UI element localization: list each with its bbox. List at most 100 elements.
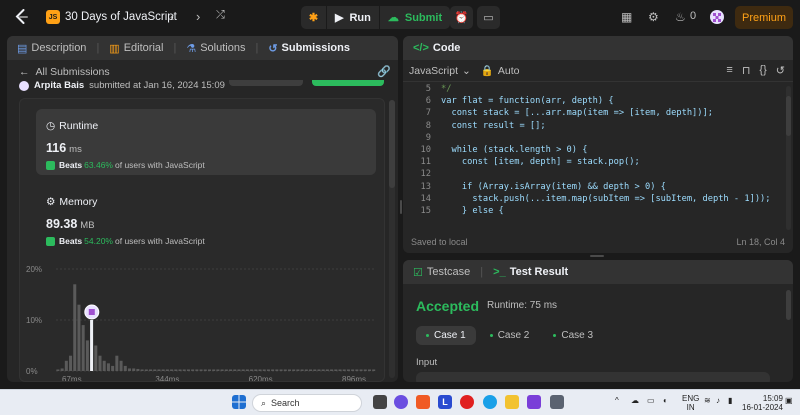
chart-bar[interactable] xyxy=(191,369,195,371)
chart-bar[interactable] xyxy=(220,369,224,371)
chart-bar[interactable] xyxy=(157,369,161,371)
premium-button[interactable]: Premium xyxy=(735,6,793,29)
submit-button[interactable]: ☁ Submit xyxy=(380,6,450,29)
language-indicator[interactable]: ENG IN xyxy=(682,394,699,412)
chart-bar[interactable] xyxy=(119,360,123,371)
chart-bar[interactable] xyxy=(178,369,182,371)
chart-bar[interactable] xyxy=(77,304,81,371)
bookmark-icon[interactable]: ⊓ xyxy=(742,64,751,77)
chart-bar[interactable] xyxy=(207,369,211,371)
chevron-left-icon[interactable]: ‹ xyxy=(170,9,174,24)
chart-bar[interactable] xyxy=(309,369,313,371)
code-scrollbar[interactable] xyxy=(786,96,791,136)
tab-test-result[interactable]: >_ Test Result xyxy=(493,266,568,278)
chart-bar[interactable] xyxy=(170,369,174,371)
autocomplete-mode[interactable]: 🔒 Auto xyxy=(481,64,520,78)
chart-bar[interactable] xyxy=(149,369,153,371)
task-view-icon[interactable] xyxy=(373,395,387,409)
author-name[interactable]: Arpita Bais xyxy=(34,80,84,91)
run-button[interactable]: ▶ Run xyxy=(327,6,380,29)
chart-bar[interactable] xyxy=(334,369,338,371)
chart-bar[interactable] xyxy=(313,369,317,371)
tab-submissions[interactable]: ↺ Submissions xyxy=(268,42,350,55)
chart-bar[interactable] xyxy=(338,369,342,371)
chart-bar[interactable] xyxy=(165,369,169,371)
chart-bar[interactable] xyxy=(212,369,216,371)
format-icon[interactable]: ≡ xyxy=(726,64,732,77)
chart-bar[interactable] xyxy=(321,369,325,371)
layout-icon[interactable]: ▦ xyxy=(621,10,632,24)
result-scrollbar[interactable] xyxy=(786,290,791,320)
chart-bar[interactable] xyxy=(123,365,127,371)
chart-bar[interactable] xyxy=(161,369,165,371)
chart-bar[interactable] xyxy=(186,369,190,371)
problem-list-title[interactable]: 30 Days of JavaScript xyxy=(65,11,177,23)
tab-description[interactable]: ▤ Description xyxy=(17,42,86,55)
chart-bar[interactable] xyxy=(98,355,102,371)
case-tab-3[interactable]: Case 3 xyxy=(543,326,603,345)
chart-bar[interactable] xyxy=(292,369,296,371)
avatar[interactable] xyxy=(710,10,724,24)
chart-bar[interactable] xyxy=(317,369,321,371)
runtime-card[interactable]: ◷ Runtime 116 ms Beats 63.46% of users wi… xyxy=(36,109,376,175)
all-submissions-link[interactable]: ← All Submissions xyxy=(19,66,110,78)
chart-bar[interactable] xyxy=(237,369,241,371)
shuffle-icon[interactable]: ⤮ xyxy=(216,9,225,22)
chart-bar[interactable] xyxy=(363,369,367,371)
chart-bar[interactable] xyxy=(254,369,258,371)
brave-browser-icon[interactable] xyxy=(416,395,430,409)
chart-bar[interactable] xyxy=(64,360,68,371)
language-select[interactable]: JavaScript ⌄ xyxy=(409,65,471,77)
chevron-right-icon[interactable]: › xyxy=(196,9,200,24)
tab-code[interactable]: </> Code xyxy=(413,42,460,54)
editorial-button-stub[interactable] xyxy=(229,80,303,86)
app-window-icon[interactable] xyxy=(550,395,564,409)
link-icon[interactable]: 🔗 xyxy=(377,65,391,78)
opera-browser-icon[interactable] xyxy=(460,395,474,409)
taskbar-search[interactable]: ⌕ Search xyxy=(252,394,362,412)
chart-bar[interactable] xyxy=(216,369,220,371)
chart-bar[interactable] xyxy=(140,369,144,371)
horizontal-resize-handle[interactable] xyxy=(590,255,604,257)
chart-bar[interactable] xyxy=(195,369,199,371)
chart-bar[interactable] xyxy=(102,360,106,371)
chart-bar[interactable] xyxy=(351,369,355,371)
notes-button[interactable]: ▭ xyxy=(477,6,500,29)
gear-icon[interactable]: ⚙ xyxy=(648,10,659,24)
debug-button[interactable]: ✱ xyxy=(301,6,327,29)
runtime-distribution-chart[interactable]: 20% 10% 0% 67ms 344ms 620ms 896ms xyxy=(20,257,385,382)
chart-bar[interactable] xyxy=(275,369,279,371)
edge-browser-icon[interactable] xyxy=(483,395,497,409)
timer-button[interactable]: ⏰ xyxy=(450,6,473,29)
chart-bar[interactable] xyxy=(132,368,136,371)
vertical-resize-handle[interactable] xyxy=(400,200,402,214)
windows-start-icon[interactable] xyxy=(232,395,246,409)
solution-button-stub[interactable] xyxy=(312,80,384,86)
chart-bar[interactable] xyxy=(144,369,148,371)
chart-bar[interactable] xyxy=(342,369,346,371)
volume-icon[interactable]: ♪ xyxy=(716,396,720,405)
chat-app-icon[interactable] xyxy=(394,395,408,409)
chart-bar[interactable] xyxy=(359,369,363,371)
chart-bar[interactable] xyxy=(372,369,376,371)
lens-app-icon[interactable]: L xyxy=(438,395,452,409)
chart-bar[interactable] xyxy=(241,369,245,371)
chart-bar[interactable] xyxy=(182,369,186,371)
speaker-small-icon[interactable]: ◐ xyxy=(663,396,668,405)
chart-bar[interactable] xyxy=(136,368,140,371)
tab-solutions[interactable]: ⚗ Solutions xyxy=(186,42,245,55)
tab-testcase[interactable]: ☑ Testcase xyxy=(413,266,470,279)
battery-icon[interactable]: ▮ xyxy=(728,396,732,405)
notification-icon[interactable]: ▣ xyxy=(785,396,793,405)
chart-bar[interactable] xyxy=(266,369,270,371)
chart-bar[interactable] xyxy=(304,369,308,371)
chart-bar[interactable] xyxy=(346,369,350,371)
file-explorer-icon[interactable] xyxy=(505,395,519,409)
braces-icon[interactable]: {} xyxy=(759,64,766,77)
chart-bar[interactable] xyxy=(127,368,131,371)
chart-bar[interactable] xyxy=(287,369,291,371)
chart-bar[interactable] xyxy=(271,369,275,371)
chart-bar[interactable] xyxy=(174,369,178,371)
chart-bar[interactable] xyxy=(153,369,157,371)
chart-bar[interactable] xyxy=(250,369,254,371)
